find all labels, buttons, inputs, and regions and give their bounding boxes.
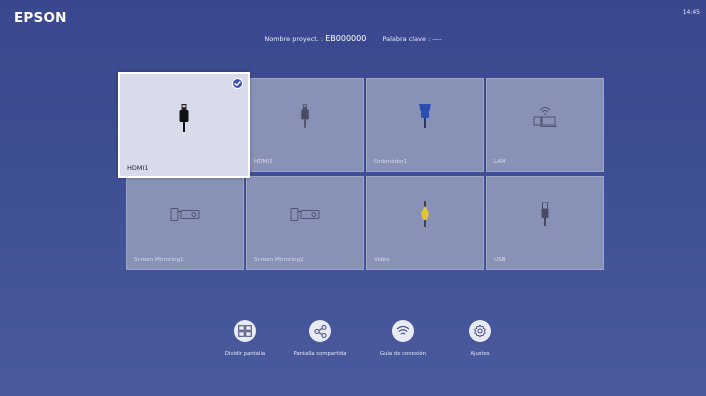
screen-share-label: Pantalla compartida <box>293 351 347 357</box>
source-label-video: Video <box>374 257 390 263</box>
source-tile-hdmi2[interactable]: HDMI2 <box>246 78 364 172</box>
settings-label: Ajustes <box>470 351 490 357</box>
share-icon <box>309 320 331 342</box>
projector-name-label: Nombre proyect. : <box>264 35 324 43</box>
source-grid: HDMI1 HDMI2 Ordenador1 LAN Screen Mirror… <box>118 72 606 274</box>
hdmi-plug-icon <box>300 103 310 132</box>
rca-plug-icon <box>420 200 430 231</box>
screen-share-button[interactable]: Pantalla compartida <box>280 320 360 357</box>
source-label-hdmi1: HDMI1 <box>127 164 149 172</box>
wireless-signal-icon <box>392 320 414 342</box>
source-tile-hdmi1[interactable]: HDMI1 <box>118 72 250 178</box>
source-tile-ordenador1[interactable]: Ordenador1 <box>366 78 484 172</box>
settings-button[interactable]: Ajustes <box>440 320 520 357</box>
projector-info: Nombre proyect. : EB000000 Palabra clave… <box>0 34 706 43</box>
source-label-lan: LAN <box>494 159 506 165</box>
source-tile-screen-mirroring1[interactable]: Screen Mirroring1 <box>126 176 244 270</box>
bottom-toolbar: Dividir pantalla Pantalla compartida Guí… <box>0 320 706 370</box>
vga-plug-icon <box>418 103 432 132</box>
source-label-screen-mirroring1: Screen Mirroring1 <box>134 257 184 263</box>
split-screen-label: Dividir pantalla <box>224 351 266 357</box>
source-tile-video[interactable]: Video <box>366 176 484 270</box>
phone-projector-icon <box>290 206 320 225</box>
connection-guide-label: Guía de conexión <box>379 351 427 357</box>
source-label-usb: USB <box>494 257 506 263</box>
source-label-ordenador1: Ordenador1 <box>374 159 408 165</box>
split-screen-button[interactable]: Dividir pantalla <box>205 320 285 357</box>
projector-home-screen: EPSON 14:45 Nombre proyect. : EB000000 P… <box>0 0 706 396</box>
split-screen-icon <box>234 320 256 342</box>
phone-projector-icon <box>170 206 200 225</box>
connection-guide-button[interactable]: Guía de conexión <box>363 320 443 357</box>
checkmark-icon <box>232 78 243 89</box>
usb-plug-icon <box>540 201 550 230</box>
epson-logo: EPSON <box>14 10 67 26</box>
gear-icon <box>469 320 491 342</box>
clock: 14:45 <box>682 9 700 16</box>
source-tile-screen-mirroring2[interactable]: Screen Mirroring2 <box>246 176 364 270</box>
source-label-screen-mirroring2: Screen Mirroring2 <box>254 257 304 263</box>
projector-name-value: EB000000 <box>325 34 367 43</box>
source-tile-lan[interactable]: LAN <box>486 78 604 172</box>
keyword-label: Palabra clave : <box>382 35 431 43</box>
hdmi-plug-icon <box>178 103 190 136</box>
keyword-value: ---- <box>432 35 442 43</box>
lan-computer-icon <box>532 104 558 132</box>
source-tile-usb[interactable]: USB <box>486 176 604 270</box>
source-label-hdmi2: HDMI2 <box>254 159 273 165</box>
